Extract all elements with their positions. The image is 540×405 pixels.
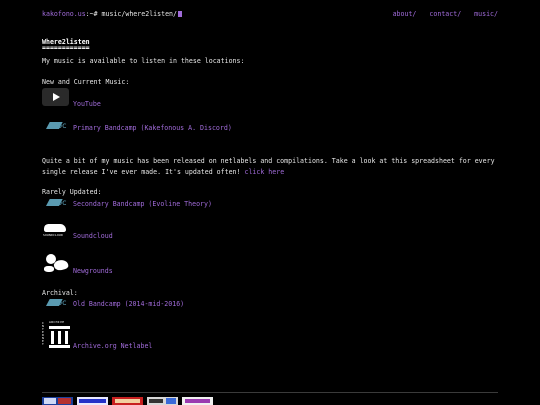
soundcloud-icon[interactable]: SOUNDCLOUD (42, 222, 68, 238)
heading-rarely-updated: Rarely Updated: (42, 188, 102, 196)
badge-5[interactable] (182, 397, 213, 405)
heading-archival: Archival: (42, 289, 78, 297)
home-link[interactable]: kakofono.us (42, 10, 86, 18)
footer-divider (42, 392, 498, 393)
youtube-link[interactable]: YouTube (73, 100, 101, 108)
archive-org-link[interactable]: Archive.org Netlabel (73, 342, 152, 350)
badge-2[interactable] (77, 397, 108, 405)
old-bandcamp-link[interactable]: Old Bandcamp (2014-mid-2016) (73, 300, 184, 308)
heading-new-current: New and Current Music: (42, 78, 130, 86)
title-underline: ============ (42, 44, 90, 52)
nav-contact-link[interactable]: contact/ (429, 10, 461, 18)
prompt-path: :~# music/where2listen/ (85, 10, 177, 18)
badge-3[interactable] (112, 397, 143, 405)
soundcloud-link[interactable]: Soundcloud (73, 232, 113, 240)
intro-text: My music is available to listen in these… (42, 57, 245, 65)
nav-about-link[interactable]: about/ (393, 10, 417, 18)
badge-4[interactable] (147, 397, 178, 405)
newgrounds-icon[interactable] (42, 252, 70, 276)
newgrounds-link[interactable]: Newgrounds (73, 267, 113, 275)
bandcamp-icon[interactable]: bc (42, 121, 70, 130)
cursor-block (177, 11, 182, 17)
top-bar: kakofono.us:~# music/where2listen/ about… (42, 10, 498, 19)
primary-bandcamp-link[interactable]: Primary Bandcamp (Kakefonous A. Discord) (73, 124, 232, 132)
bandcamp-icon[interactable]: bc (42, 298, 70, 307)
youtube-icon[interactable] (42, 88, 69, 106)
archive-building-icon (49, 326, 70, 348)
secondary-bandcamp-link[interactable]: Secondary Bandcamp (Evoline Theory) (73, 200, 212, 208)
shell-prompt: kakofono.us:~# music/where2listen/ (42, 10, 182, 18)
badge-1[interactable] (42, 397, 73, 405)
archive-org-icon[interactable]: INTERNET ARCHIVE (42, 320, 72, 352)
top-nav: about/contact/music/ (380, 10, 498, 18)
bandcamp-icon[interactable]: bc (42, 198, 70, 207)
nav-music-link[interactable]: music/ (474, 10, 498, 18)
spreadsheet-link[interactable]: click here (244, 168, 284, 176)
spreadsheet-note: Quite a bit of my music has been release… (42, 156, 498, 178)
